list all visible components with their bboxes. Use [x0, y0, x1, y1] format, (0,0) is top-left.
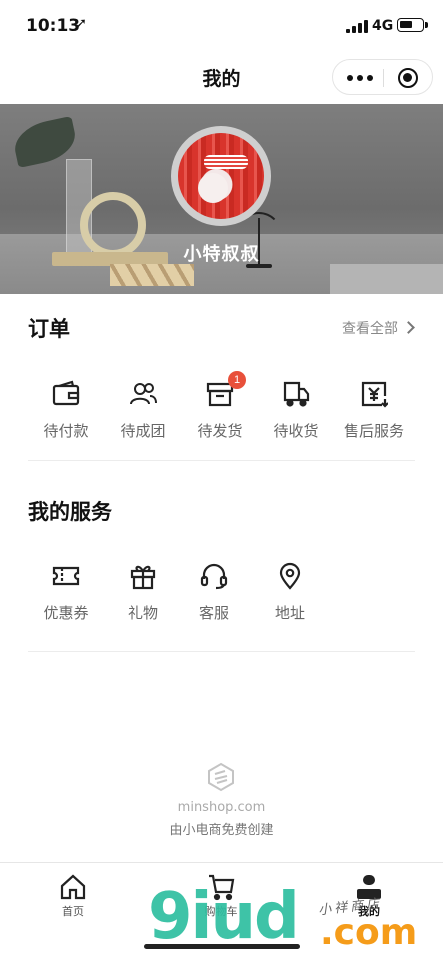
pending-shipment-badge: 1 — [228, 371, 246, 389]
tab-label: 首页 — [62, 905, 84, 918]
order-status-label: 待付款 — [43, 422, 89, 440]
tab-home[interactable]: 首页 — [28, 873, 118, 919]
view-all-label: 查看全部 — [342, 321, 398, 337]
username[interactable]: 小特叔叔 — [0, 240, 443, 266]
order-status-label: 待收货 — [273, 422, 319, 440]
order-pending-shipment[interactable]: 1 待发货 — [182, 371, 258, 441]
order-status-grid: 待付款 待成团 1 待发货 待收货 售后服务 — [0, 371, 443, 460]
brand-tagline[interactable]: 由小电商免费创建 — [0, 819, 443, 838]
banner-zigzag — [110, 264, 194, 286]
orders-title: 订单 — [28, 317, 70, 341]
coupon-icon — [52, 562, 80, 590]
refund-icon — [360, 380, 389, 408]
service-label: 地址 — [274, 604, 305, 622]
more-icon[interactable] — [347, 75, 373, 81]
group-icon — [129, 380, 157, 408]
battery-icon — [397, 18, 428, 32]
close-miniprogram-icon[interactable] — [398, 68, 418, 88]
avatar-face — [198, 173, 228, 203]
order-status-label: 售后服务 — [343, 422, 404, 440]
service-label: 优惠券 — [43, 604, 89, 622]
avatar-image — [178, 133, 264, 219]
watermark-logo: 9iud — [148, 880, 300, 954]
truck-icon — [282, 380, 310, 408]
box-icon: 1 — [206, 371, 246, 408]
chevron-right-icon — [402, 321, 415, 334]
order-status-label: 待成团 — [120, 422, 166, 440]
location-arrow-icon: ➚ — [76, 16, 87, 31]
nav-bar: 我的 — [0, 52, 443, 104]
view-all-orders-link[interactable]: 查看全部 — [342, 318, 415, 338]
service-gifts[interactable]: 礼物 — [105, 562, 181, 623]
status-time: 10:13 — [26, 16, 81, 36]
capsule-divider — [383, 69, 384, 87]
minshop-logo-icon — [207, 762, 235, 792]
service-customer-support[interactable]: 客服 — [176, 562, 252, 623]
location-pin-icon — [276, 562, 304, 590]
miniprogram-capsule — [332, 59, 433, 95]
order-status-label: 待发货 — [197, 422, 243, 440]
status-bar: 10:13 ➚ 4G — [0, 0, 443, 52]
service-label: 礼物 — [127, 604, 158, 622]
services-title: 我的服务 — [28, 500, 112, 524]
order-after-sales[interactable]: 售后服务 — [336, 380, 412, 441]
brand-domain: minshop.com — [177, 800, 266, 815]
services-grid: 优惠券 礼物 客服 地址 — [0, 562, 443, 642]
home-indicator — [144, 944, 300, 949]
signal-icon — [346, 20, 368, 33]
order-pending-group[interactable]: 待成团 — [105, 380, 181, 441]
banner-block — [330, 264, 443, 294]
service-address[interactable]: 地址 — [252, 562, 328, 623]
order-pending-payment[interactable]: 待付款 — [28, 380, 104, 441]
section-divider — [28, 651, 415, 652]
wallet-icon — [52, 380, 80, 408]
avatar-glasses — [204, 155, 248, 169]
home-icon — [59, 873, 87, 901]
headset-icon — [200, 562, 228, 590]
gift-icon — [129, 562, 157, 590]
network-type: 4G — [372, 18, 394, 34]
watermark-domain-suffix: .com — [320, 912, 418, 953]
order-pending-receipt[interactable]: 待收货 — [258, 380, 334, 441]
section-divider — [28, 460, 415, 461]
service-coupons[interactable]: 优惠券 — [28, 562, 104, 623]
service-label: 客服 — [198, 604, 229, 622]
avatar[interactable] — [171, 126, 271, 226]
